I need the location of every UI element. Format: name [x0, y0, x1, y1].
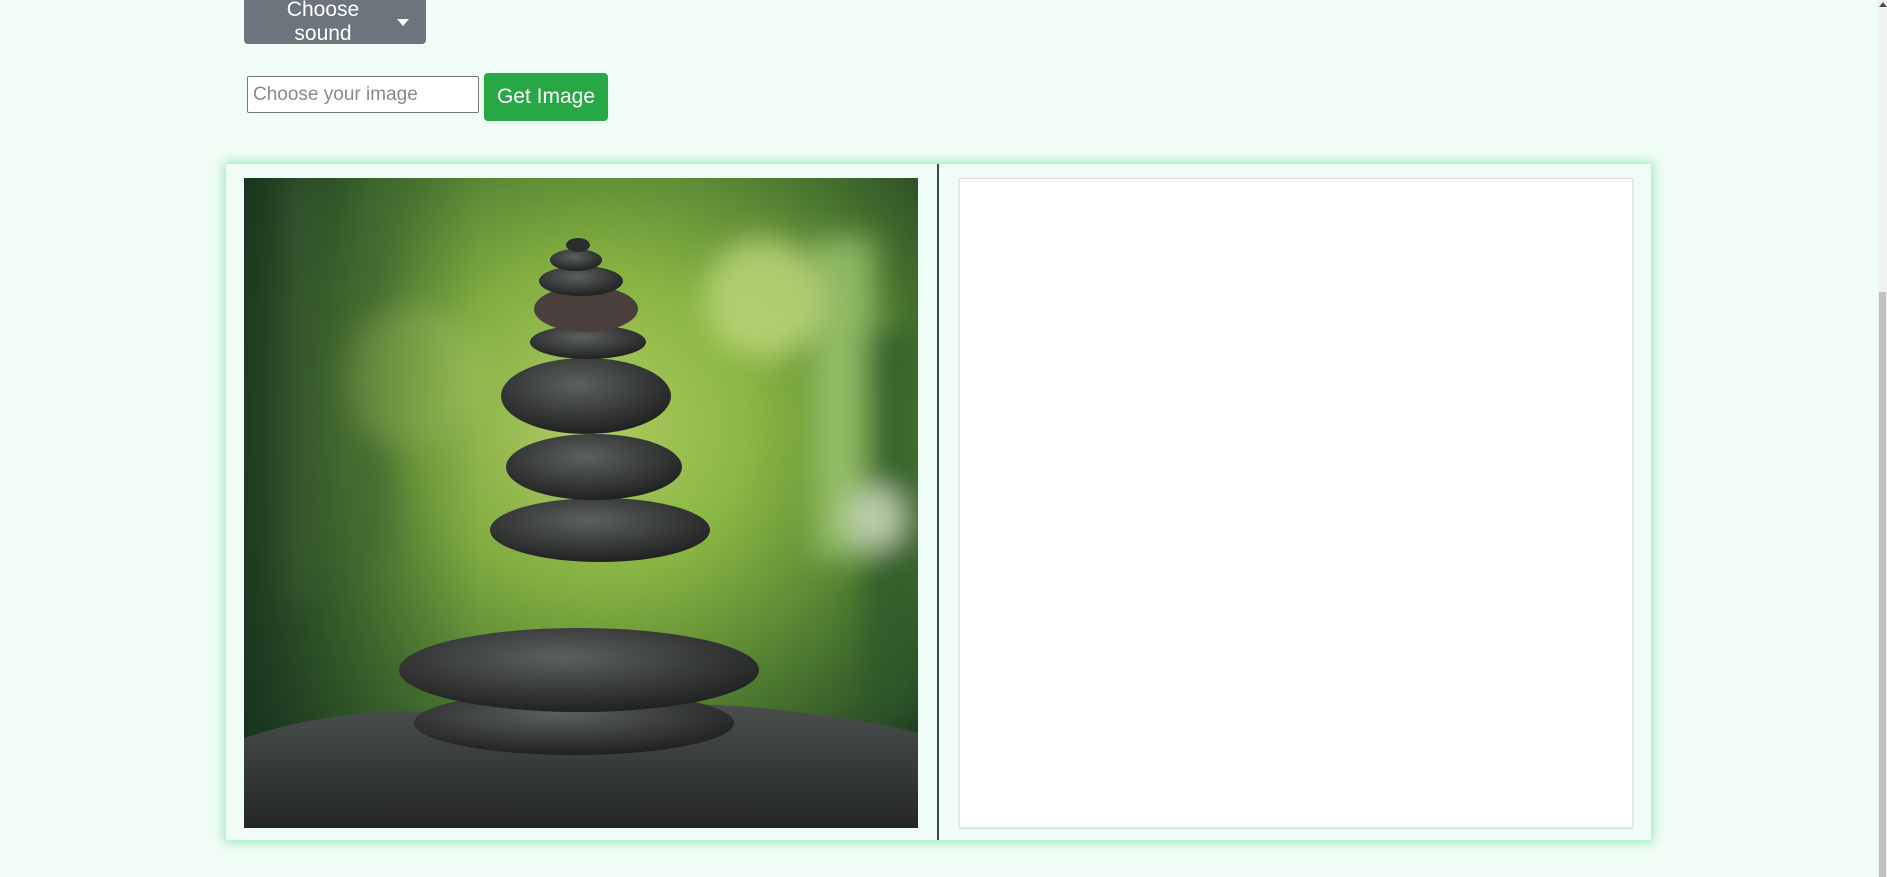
image-frame — [226, 164, 1651, 840]
stacked-stones-photo — [244, 178, 918, 828]
scrollbar-thumb[interactable] — [1879, 292, 1886, 877]
source-image — [244, 178, 918, 828]
choose-sound-dropdown[interactable]: Choose sound — [244, 0, 426, 45]
panel-divider — [937, 164, 939, 840]
result-canvas — [959, 178, 1633, 828]
get-image-label: Get Image — [496, 85, 596, 108]
chevron-down-icon — [397, 18, 409, 26]
image-search-input[interactable] — [247, 76, 479, 113]
get-image-button[interactable]: Get Image — [484, 73, 608, 121]
arrow-up-icon[interactable] — [1879, 2, 1887, 7]
choose-sound-label: Choose sound — [286, 0, 360, 45]
